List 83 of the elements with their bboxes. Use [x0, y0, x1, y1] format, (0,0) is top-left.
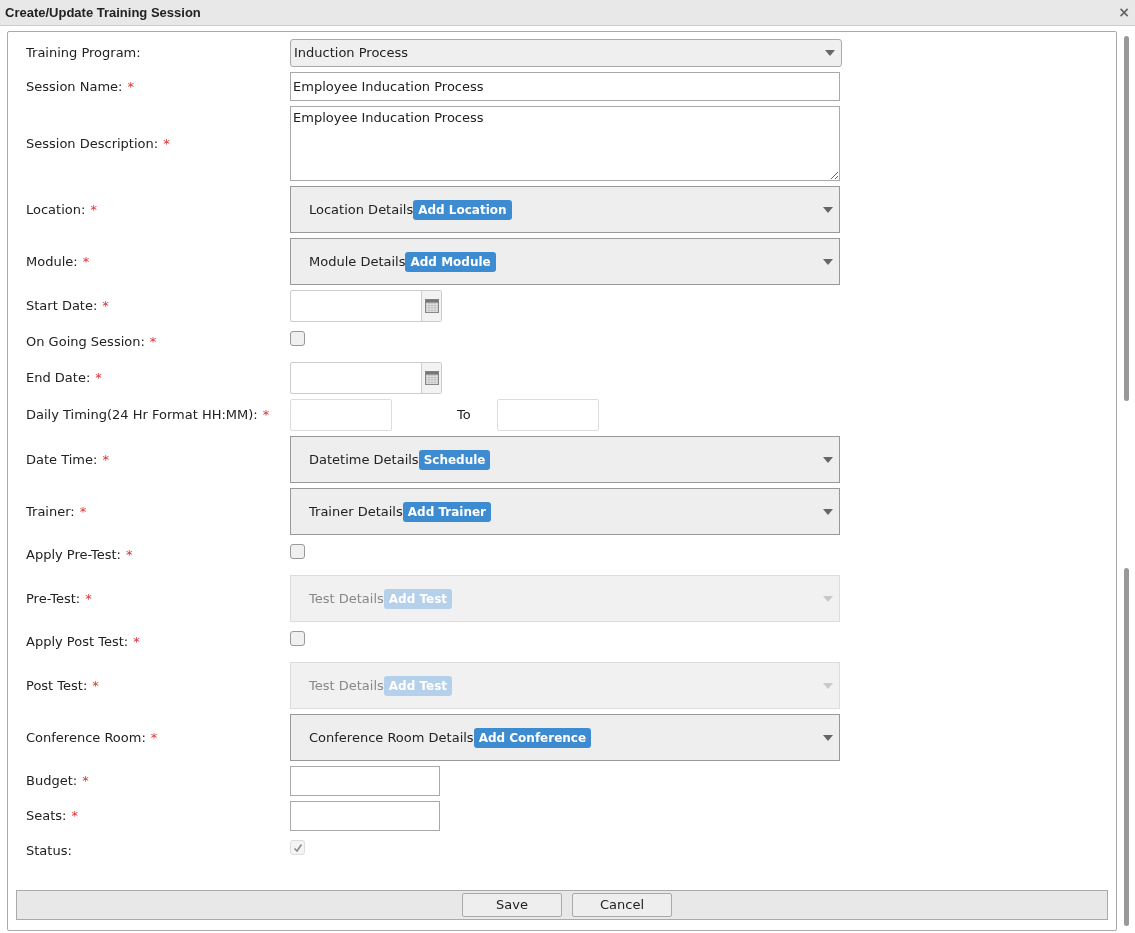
required-mark: *	[127, 77, 134, 96]
date-field[interactable]	[290, 290, 442, 322]
add-button[interactable]: Add Module	[405, 251, 496, 272]
text-area[interactable]: Employee Inducation Process	[290, 106, 840, 181]
field-label: Location:	[26, 200, 86, 219]
field-label: Date Time:	[26, 450, 98, 469]
required-mark: *	[71, 807, 78, 826]
caret-icon	[825, 50, 835, 56]
field-label: Post Test:	[26, 676, 88, 695]
picker-text: Test Details	[309, 676, 384, 695]
date-field[interactable]	[290, 362, 442, 394]
caret-icon	[823, 456, 833, 463]
picker-text: Module Details	[309, 252, 406, 271]
picker-text: Trainer Details	[309, 502, 403, 521]
required-mark: *	[82, 772, 89, 791]
required-mark: *	[82, 252, 90, 271]
field-label: Session Name:	[26, 77, 123, 96]
caret-icon	[823, 734, 833, 741]
picker-text: Test Details	[309, 589, 384, 608]
required-mark: *	[150, 728, 158, 747]
required-mark: *	[262, 406, 270, 425]
picker-text: Datetime Details	[309, 450, 419, 469]
required-mark: *	[95, 369, 102, 388]
dialog-button[interactable]: Cancel	[572, 893, 672, 917]
caret-icon	[823, 206, 833, 213]
field-label: Session Description:	[26, 134, 159, 153]
required-mark: *	[102, 297, 109, 316]
field-label: Trainer:	[26, 502, 75, 521]
checkmark-icon	[292, 842, 303, 853]
required-mark: *	[92, 676, 99, 695]
scrollbar[interactable]	[1123, 36, 1129, 401]
caret-icon	[823, 595, 833, 602]
input-field[interactable]	[290, 801, 440, 831]
field-label: Start Date:	[26, 297, 98, 316]
checkbox[interactable]	[290, 631, 305, 646]
add-button[interactable]: Schedule	[418, 449, 491, 470]
time-field[interactable]	[496, 399, 599, 431]
field-label: Module:	[26, 252, 78, 271]
calendar-icon	[424, 371, 439, 385]
picker-text: Conference Room Details	[309, 728, 474, 747]
required-mark: *	[90, 200, 97, 219]
field-label: Seats:	[26, 807, 67, 826]
close-button[interactable]: ×	[1118, 2, 1130, 23]
field-label: Pre-Test:	[26, 589, 81, 608]
picker-field[interactable]: Location Details Add Location	[290, 186, 840, 233]
field-label: Daily Timing(24 Hr Format HH:MM):	[26, 406, 258, 425]
caret-icon	[823, 258, 833, 265]
input-field[interactable]	[290, 766, 440, 796]
picker-field[interactable]: Module Details Add Module	[290, 238, 840, 285]
field-label: Conference Room:	[26, 728, 146, 747]
picker-field[interactable]: Conference Room Details Add Conference	[290, 714, 840, 761]
select-field[interactable]: Induction Process	[290, 39, 842, 67]
required-mark: *	[126, 546, 133, 565]
time-field[interactable]	[290, 399, 392, 431]
dialog-button[interactable]: Save	[462, 893, 562, 917]
to-label: To	[457, 406, 471, 425]
field-label: Status:	[26, 842, 72, 861]
field-label: Budget:	[26, 772, 78, 791]
dialog-title: Create/Update Training Session	[5, 3, 201, 22]
caret-icon	[823, 508, 833, 515]
checkbox[interactable]	[290, 331, 305, 346]
field-label: On Going Session:	[26, 333, 145, 352]
required-mark: *	[85, 589, 92, 608]
required-mark: *	[79, 502, 87, 521]
text-field[interactable]: Employee Inducation Process	[290, 72, 840, 101]
required-mark: *	[149, 333, 157, 352]
required-mark: *	[133, 633, 140, 652]
field-label: Apply Post Test:	[26, 633, 129, 652]
required-mark: *	[102, 450, 109, 469]
add-button[interactable]: Add Conference	[473, 727, 592, 748]
add-button[interactable]: Add Trainer	[402, 501, 491, 522]
scrollbar[interactable]	[1123, 568, 1129, 926]
checkbox[interactable]	[290, 544, 305, 559]
field-label: End Date:	[26, 369, 91, 388]
caret-icon	[823, 682, 833, 689]
picker-field[interactable]: Datetime Details Schedule	[290, 436, 840, 483]
picker-field[interactable]: Trainer Details Add Trainer	[290, 488, 840, 535]
required-mark: *	[163, 134, 170, 153]
calendar-icon	[424, 299, 439, 313]
field-label: Apply Pre-Test:	[26, 546, 121, 565]
picker-text: Location Details	[309, 200, 414, 219]
field-label: Training Program:	[26, 44, 141, 63]
add-button[interactable]: Add Location	[413, 199, 512, 220]
